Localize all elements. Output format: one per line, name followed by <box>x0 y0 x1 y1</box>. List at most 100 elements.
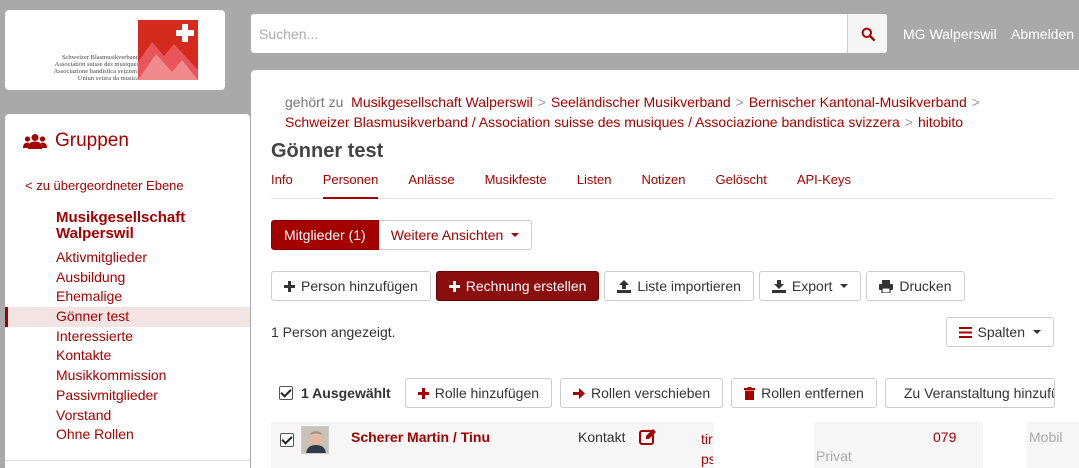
breadcrumb-separator: > <box>735 94 744 110</box>
logo[interactable]: Schweizer Blasmusikverband Association s… <box>5 10 225 90</box>
sidebar-item-label[interactable]: Kontakte <box>56 347 111 363</box>
person-name-link[interactable]: Scherer Martin / Tinu <box>351 429 490 445</box>
email-link[interactable]: tir ps <box>701 429 713 468</box>
overlay <box>983 422 1027 468</box>
tab-bar: Info Personen Anlässe Musikfeste Listen … <box>271 171 1054 199</box>
tab-musikfeste[interactable]: Musikfeste <box>485 171 547 199</box>
phone-type-label: Mobil <box>1029 429 1063 445</box>
logout-link[interactable]: Abmelden <box>1011 26 1074 42</box>
sidebar-item-interessierte[interactable]: Interessierte <box>5 327 250 347</box>
edit-icon[interactable] <box>639 428 657 446</box>
move-roles-label: Rollen verschieben <box>591 385 711 401</box>
breadcrumb-prefix: gehört zu <box>285 94 344 110</box>
breadcrumb-item[interactable]: Musikgesellschaft Walperswil <box>351 94 533 110</box>
members-view-button[interactable]: Mitglieder (1) <box>271 220 379 250</box>
users-icon <box>23 134 47 149</box>
columns-dropdown[interactable]: Spalten <box>945 317 1054 347</box>
add-person-label: Person hinzufügen <box>301 278 418 294</box>
sidebar-item-passivmitglieder[interactable]: Passivmitglieder <box>5 386 250 406</box>
sidebar-item-label[interactable]: Musikkommission <box>56 367 166 383</box>
breadcrumb-item[interactable]: Seeländischer Musikverband <box>551 94 731 110</box>
download-icon <box>771 279 786 293</box>
swiss-cross-logo-icon <box>138 20 198 80</box>
sidebar-title-label: Gruppen <box>55 130 129 151</box>
tab-notizen[interactable]: Notizen <box>641 171 685 199</box>
divider <box>5 460 250 461</box>
breadcrumb: gehört zu Musikgesellschaft Walperswil > S… <box>285 92 1005 132</box>
more-views-label: Weitere Ansichten <box>390 227 504 243</box>
import-list-button[interactable]: Liste importieren <box>604 271 754 301</box>
sidebar-title: Gruppen <box>23 130 129 152</box>
user-link[interactable]: MG Walperswil <box>903 26 997 42</box>
more-views-dropdown[interactable]: Weitere Ansichten <box>378 220 533 250</box>
sidebar-item-label[interactable]: Ausbildung <box>56 269 125 285</box>
create-invoice-button[interactable]: Rechnung erstellen <box>435 271 600 301</box>
sidebar-item-label[interactable]: Passivmitglieder <box>56 387 158 403</box>
add-to-event-button[interactable]: Zu Veranstaltung hinzufügen <box>884 378 1055 408</box>
plus-icon <box>448 280 460 292</box>
columns-label: Spalten <box>977 324 1025 340</box>
sidebar-item-goenner-test[interactable]: Gönner test <box>5 307 250 327</box>
create-invoice-label: Rechnung erstellen <box>465 278 587 294</box>
phone-link[interactable]: 079 <box>933 429 956 445</box>
print-icon <box>879 279 894 293</box>
move-roles-button[interactable]: Rollen verschieben <box>560 378 724 408</box>
view-switcher: Mitglieder (1) Weitere Ansichten <box>271 220 533 250</box>
sidebar-item-label[interactable]: Gönner test <box>56 308 129 324</box>
row-checkbox[interactable] <box>280 433 294 447</box>
sidebar-item-musikkommission[interactable]: Musikkommission <box>5 366 250 386</box>
print-label: Drucken <box>899 278 952 294</box>
tab-listen[interactable]: Listen <box>577 171 612 199</box>
breadcrumb-item[interactable]: Bernischer Kantonal-Musikverband <box>749 94 967 110</box>
list-icon <box>958 326 972 338</box>
logo-text: Schweizer Blasmusikverband Association s… <box>53 54 139 82</box>
sidebar-item-ohne-rollen[interactable]: Ohne Rollen <box>5 425 250 445</box>
sidebar-item-label[interactable]: Ehemalige <box>56 288 122 304</box>
remove-roles-label: Rollen entfernen <box>761 385 864 401</box>
sidebar-item-aktivmitglieder[interactable]: Aktivmitglieder <box>5 248 250 268</box>
search-input[interactable] <box>251 14 847 53</box>
tab-api-keys[interactable]: API-Keys <box>797 171 851 199</box>
breadcrumb-item[interactable]: Schweizer Blasmusikverband / Association… <box>285 114 900 130</box>
tab-personen[interactable]: Personen <box>322 171 379 199</box>
search-icon <box>861 27 875 41</box>
subgroup-list: Aktivmitglieder Ausbildung Ehemalige Gön… <box>5 248 250 445</box>
page-title: Gönner test <box>271 140 384 162</box>
sidebar-item-label[interactable]: Aktivmitglieder <box>56 249 147 265</box>
breadcrumb-separator: > <box>537 94 546 110</box>
caret-down-icon <box>511 233 520 237</box>
tab-anlaesse[interactable]: Anlässe <box>408 171 454 199</box>
export-dropdown[interactable]: Export <box>758 271 862 301</box>
plus-icon <box>284 280 295 292</box>
selected-count: 1 Ausgewählt <box>301 385 391 401</box>
search-button[interactable] <box>847 14 887 53</box>
search-bar <box>251 14 887 53</box>
sidebar-item-label[interactable]: Ohne Rollen <box>56 426 134 442</box>
sidebar-item-label[interactable]: Vorstand <box>56 407 111 423</box>
add-person-button[interactable]: Person hinzufügen <box>271 271 431 301</box>
add-role-button[interactable]: Rolle hinzufügen <box>404 378 553 408</box>
sidebar: Gruppen < zu übergeordneter Ebene Musikg… <box>5 114 250 468</box>
sidebar-item-ausbildung[interactable]: Ausbildung <box>5 268 250 288</box>
sidebar-item-vorstand[interactable]: Vorstand <box>5 406 250 426</box>
sidebar-item-ehemalige[interactable]: Ehemalige <box>5 287 250 307</box>
tab-info[interactable]: Info <box>271 171 293 199</box>
tab-geloescht[interactable]: Gelöscht <box>716 171 767 199</box>
remove-roles-button[interactable]: Rollen entfernen <box>731 378 877 408</box>
role-label: Kontakt <box>578 429 626 445</box>
current-group-link[interactable]: Musikgesellschaft Walperswil <box>56 210 241 242</box>
caret-down-icon <box>840 284 849 288</box>
upload-icon <box>617 279 632 293</box>
avatar <box>301 426 329 454</box>
breadcrumb-separator: > <box>971 94 980 110</box>
print-button[interactable]: Drucken <box>866 271 965 301</box>
sidebar-item-label[interactable]: Interessierte <box>56 328 133 344</box>
trash-icon <box>744 386 756 400</box>
sidebar-item-kontakte[interactable]: Kontakte <box>5 346 250 366</box>
bulk-action-bar: 1 Ausgewählt Rolle hinzufügen Rollen ver… <box>279 378 1055 408</box>
plus-icon <box>417 387 429 399</box>
breadcrumb-item[interactable]: hitobito <box>918 114 963 130</box>
parent-level-link[interactable]: < zu übergeordneter Ebene <box>25 178 184 193</box>
select-all-checkbox[interactable] <box>279 386 293 400</box>
arrow-right-icon <box>573 387 586 399</box>
